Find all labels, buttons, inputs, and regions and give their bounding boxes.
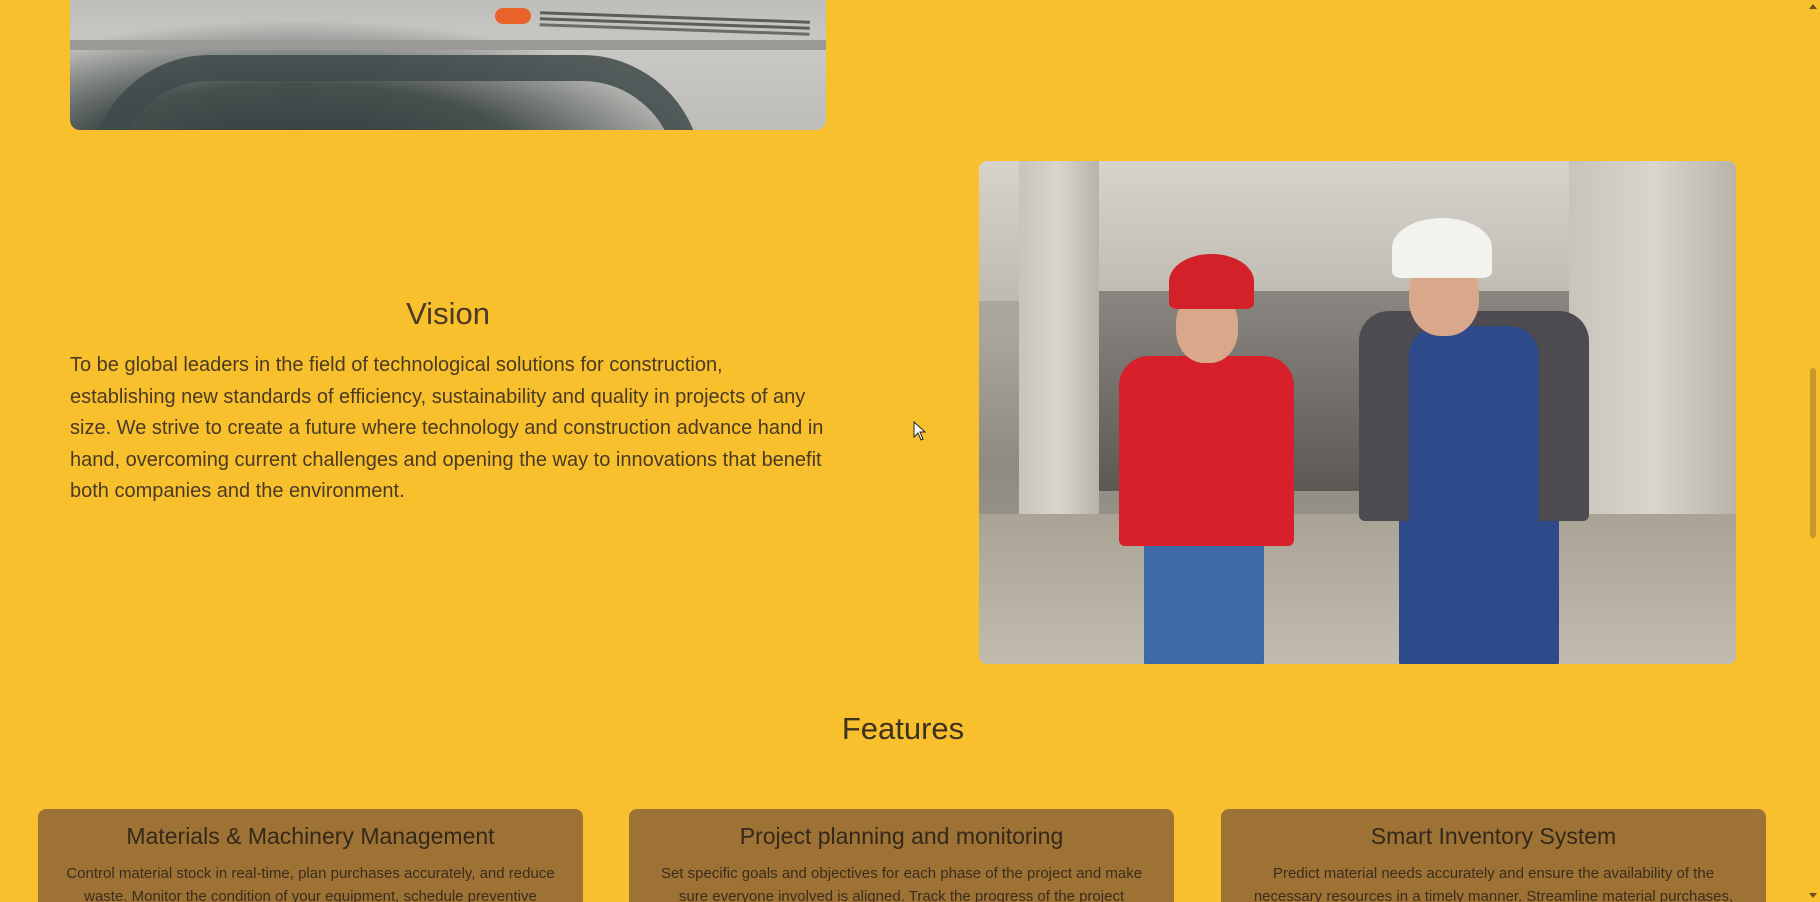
- image-detail-jeans: [1144, 536, 1264, 664]
- construction-engineers-image: [979, 161, 1736, 664]
- vision-title: Vision: [406, 296, 490, 331]
- image-detail-rail: [90, 55, 702, 130]
- image-detail-rebar: [540, 11, 810, 24]
- features-title: Features: [841, 711, 965, 746]
- feature-card-materials: Materials & Machinery Management Control…: [38, 809, 583, 902]
- image-detail-curb: [70, 40, 826, 50]
- vision-section: Vision To be global leaders in the field…: [70, 296, 826, 508]
- mouse-cursor-icon: [913, 421, 927, 441]
- vision-text: To be global leaders in the field of tec…: [70, 354, 824, 502]
- image-detail-bib: [1409, 326, 1539, 526]
- image-detail-red-shirt: [1119, 356, 1294, 546]
- feature-card-title: Smart Inventory System: [1370, 823, 1617, 849]
- image-detail-floor: [979, 514, 1736, 664]
- feature-card-title: Project planning and monitoring: [739, 823, 1064, 849]
- scroll-down-icon[interactable]: [1809, 893, 1817, 898]
- image-detail-white-helmet: [1392, 218, 1492, 278]
- page: Vision To be global leaders in the field…: [0, 0, 1820, 902]
- scroll-up-icon[interactable]: [1809, 4, 1817, 9]
- scrollbar-thumb[interactable]: [1810, 368, 1816, 538]
- feature-card-planning: Project planning and monitoring Set spec…: [629, 809, 1174, 902]
- feature-card-inventory: Smart Inventory System Predict material …: [1221, 809, 1766, 902]
- feature-card-title: Materials & Machinery Management: [126, 823, 495, 849]
- page-scrollbar[interactable]: [1806, 0, 1820, 902]
- image-detail-red-helmet: [1169, 254, 1254, 309]
- construction-worker-image: [70, 0, 826, 130]
- feature-card-text: Predict material needs accurately and en…: [1253, 865, 1734, 902]
- image-detail-glove: [495, 8, 531, 24]
- feature-card-text: Set specific goals and objectives for ea…: [660, 865, 1143, 902]
- feature-card-text: Control material stock in real-time, pla…: [66, 865, 555, 902]
